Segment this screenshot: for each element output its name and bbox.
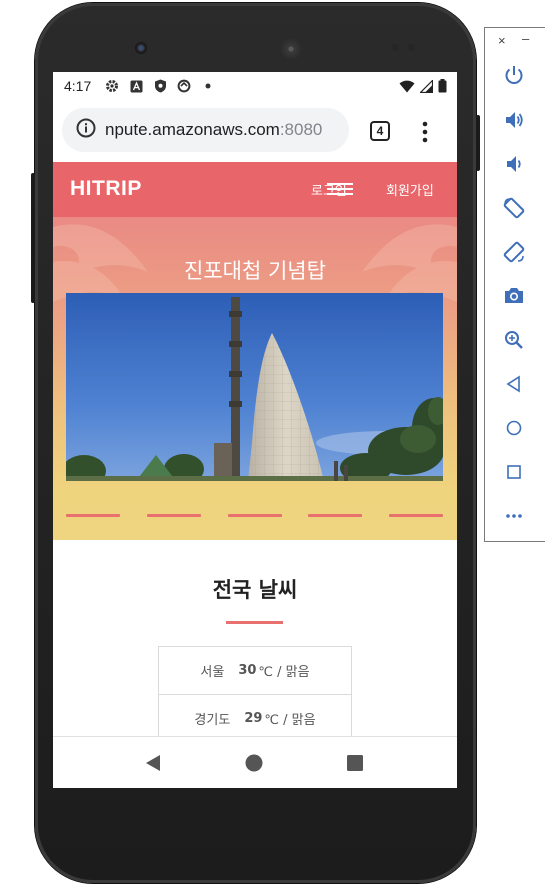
wifi-icon <box>399 80 415 96</box>
divider-dash <box>389 514 443 517</box>
address-bar[interactable]: npute.amazonaws.com:8080 <box>62 108 349 152</box>
tab-switcher-button[interactable]: 4 <box>370 121 390 141</box>
weather-city: 경기도 <box>194 713 231 728</box>
earpiece-speaker <box>280 38 302 60</box>
battery-icon <box>438 79 447 96</box>
volume-up-icon[interactable] <box>502 108 526 132</box>
weather-table: 서울 30 ℃ / 맑음 경기도 29 ℃ / 맑음 <box>158 646 352 736</box>
divider-dash <box>228 514 282 517</box>
back-icon[interactable] <box>502 372 526 396</box>
minimize-icon[interactable]: – <box>522 31 529 46</box>
weather-temp: 30 <box>238 663 257 678</box>
back-triangle-icon[interactable] <box>143 753 163 773</box>
weather-heading: 전국 날씨 <box>212 578 298 602</box>
overview-icon[interactable] <box>502 460 526 484</box>
volume-down-icon[interactable] <box>502 152 526 176</box>
shield-icon <box>153 79 167 93</box>
keyboard-a-icon <box>129 79 143 93</box>
browser-toolbar: npute.amazonaws.com:8080 4 <box>53 100 457 162</box>
close-icon[interactable]: × <box>498 33 506 48</box>
side-button-top <box>476 115 480 171</box>
hero-section: 진포대첩 기념탑 <box>53 217 457 540</box>
site-logo[interactable]: HITRIP <box>70 177 142 201</box>
divider-dash <box>308 514 362 517</box>
cell-signal-icon <box>419 78 434 96</box>
status-time: 4:17 <box>64 78 92 94</box>
web-page: HITRIP 로그인 회원가입 진포대첩 기념탑 전국 날씨 서울 30 ℃ /… <box>53 162 457 736</box>
weather-detail: ℃ / 맑음 <box>264 713 316 728</box>
power-icon[interactable] <box>502 63 526 87</box>
info-icon[interactable] <box>76 118 96 143</box>
url-host: npute.amazonaws.com <box>105 120 280 139</box>
weather-temp: 29 <box>244 711 263 726</box>
url-port: :8080 <box>279 120 323 139</box>
data-saver-icon <box>177 79 191 93</box>
side-button-left <box>31 173 35 303</box>
emulator-toolbar: × – <box>484 27 545 542</box>
rotate-right-icon[interactable] <box>502 240 526 264</box>
divider-dash <box>66 514 120 517</box>
camera-icon[interactable] <box>502 284 526 308</box>
emulator-window-controls: × – <box>485 31 545 49</box>
monument-photo[interactable] <box>66 293 443 481</box>
hero-title: 진포대첩 기념탑 <box>184 259 326 283</box>
weather-row: 경기도 29 ℃ / 맑음 <box>159 695 351 736</box>
status-bar: 4:17 <box>53 72 457 100</box>
zoom-icon[interactable] <box>502 328 526 352</box>
sensor <box>392 44 399 51</box>
more-icon[interactable] <box>502 504 526 528</box>
android-nav-bar <box>53 736 457 788</box>
hero-dash-divider <box>53 514 457 518</box>
phone-screen: 4:17 npute.amazonaws.com:8080 4 HITRIP … <box>53 72 457 788</box>
status-right-icons <box>399 78 447 96</box>
weather-city: 서울 <box>200 665 225 680</box>
hamburger-menu-icon[interactable] <box>327 180 353 197</box>
notification-dot-icon <box>201 79 215 93</box>
home-icon[interactable] <box>502 416 526 440</box>
divider-dash <box>147 514 201 517</box>
settings-gear-icon <box>105 79 119 93</box>
site-header: HITRIP 로그인 회원가입 <box>53 162 457 217</box>
rotate-left-icon[interactable] <box>502 196 526 220</box>
weather-detail: ℃ / 맑음 <box>258 665 310 680</box>
weather-heading-underline <box>226 621 283 624</box>
home-circle-icon[interactable] <box>244 753 264 773</box>
recents-square-icon[interactable] <box>345 753 365 773</box>
front-camera-icon <box>135 42 147 54</box>
nav-signup-link[interactable]: 회원가입 <box>386 180 434 199</box>
overflow-menu-icon[interactable] <box>415 120 435 144</box>
sensor <box>408 44 415 51</box>
weather-row: 서울 30 ℃ / 맑음 <box>159 647 351 695</box>
